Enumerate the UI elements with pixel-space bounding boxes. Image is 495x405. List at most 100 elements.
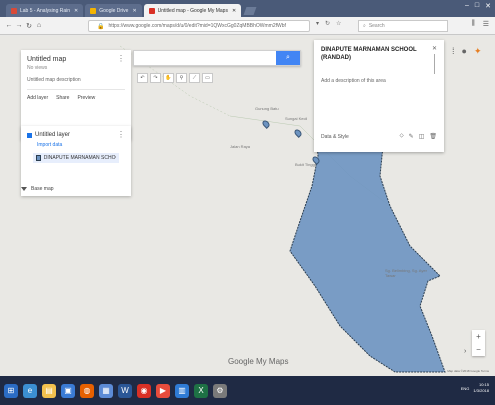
hand-icon[interactable]: ✋	[163, 73, 174, 83]
excel-icon[interactable]: X	[194, 383, 208, 398]
media-icon[interactable]: ▶	[156, 383, 170, 398]
toolbar-right: ⫼ ☰	[471, 20, 489, 28]
camera-icon[interactable]: ◫	[419, 133, 425, 140]
apps-icon[interactable]: ⁞	[452, 46, 455, 57]
home-icon[interactable]: ⌂	[34, 22, 44, 29]
screen: Lab 5 - Analysing Rain ✕ Google Drive ✕ …	[0, 0, 495, 405]
tab-bar: Lab 5 - Analysing Rain ✕ Google Drive ✕ …	[0, 0, 495, 17]
back-icon[interactable]: ←	[4, 22, 14, 29]
feature-label: DINAPUTE MARNAMAN SCHOOL (RANDAD)	[43, 155, 116, 161]
explorer-icon[interactable]: ▤	[42, 383, 56, 398]
library-icon[interactable]: ⫼	[471, 20, 474, 28]
tab-label: Google Drive	[99, 7, 129, 14]
pan-icon[interactable]: ›	[464, 348, 466, 355]
avatar[interactable]: ✦	[474, 46, 482, 57]
paint-bucket-icon[interactable]: ⬦	[399, 133, 403, 140]
map-search-input[interactable]	[134, 56, 274, 70]
settings-icon[interactable]: ⚙	[213, 383, 227, 398]
google-my-maps-logo: Google My Maps	[228, 357, 288, 366]
logo-text: Google My Maps	[228, 357, 289, 366]
marker-icon[interactable]: ⚲	[176, 73, 187, 83]
menu-icon[interactable]: ☰	[483, 20, 489, 28]
map-search-box[interactable]: ⌕	[133, 50, 301, 70]
feature-title[interactable]: DINAPUTE MARNAMAN SCHOOL (RANDAD)	[321, 46, 421, 62]
terrain-label: Gunung Batu	[255, 106, 279, 111]
search-icon: ⌕	[363, 23, 366, 29]
search-placeholder: Search	[368, 23, 385, 29]
browser-search-box[interactable]: ⌕ Search	[358, 20, 448, 32]
redo-icon[interactable]: ↷	[150, 73, 161, 83]
share-button[interactable]: Share	[56, 95, 69, 101]
star-icon[interactable]: ☆	[336, 20, 341, 27]
ruler-icon[interactable]: ▭	[202, 73, 213, 83]
more-options-icon[interactable]: ⋮	[117, 55, 125, 63]
chrome-icon[interactable]: ◉	[137, 383, 151, 398]
map-copyright[interactable]: Map data ©2018 Google Terms	[447, 369, 489, 373]
system-tray: ENG 10:15 1/3/2018	[461, 382, 489, 394]
scrollbar[interactable]	[434, 54, 435, 74]
layer-feature-item[interactable]: DINAPUTE MARNAMAN SCHOOL (RANDAD)	[33, 153, 119, 163]
date: 1/3/2018	[473, 388, 489, 393]
store-icon[interactable]: ▣	[61, 383, 75, 398]
refresh-icon[interactable]: ↻	[325, 20, 330, 27]
close-window-icon[interactable]: ✕	[485, 2, 491, 10]
map-title[interactable]: Untitled map	[27, 56, 125, 63]
minimize-icon[interactable]: –	[465, 2, 469, 10]
maximize-icon[interactable]: □	[475, 2, 479, 10]
layer-checkbox[interactable]	[27, 132, 32, 138]
search-icon: ⌕	[286, 54, 290, 61]
close-icon[interactable]: ✕	[432, 45, 437, 52]
basemap-toggle[interactable]: Base map	[21, 186, 54, 192]
layer-options-icon[interactable]: ⋮	[117, 131, 125, 139]
address-actions: ▾ ↻ ☆	[316, 20, 341, 27]
edit-icon[interactable]: ✎	[409, 133, 414, 140]
browser-tab-1[interactable]: Google Drive ✕	[85, 4, 142, 17]
language-indicator[interactable]: ENG	[461, 386, 470, 391]
layer-header[interactable]: Untitled layer	[27, 132, 125, 138]
map-toolbar: ↶ ↷ ✋ ⚲ ⟋ ▭	[137, 73, 213, 83]
zoom-in-icon[interactable]: +	[476, 332, 481, 341]
zoom-control: + −	[472, 330, 485, 356]
trash-icon[interactable]: 🗑	[429, 133, 437, 140]
feature-info-card: DINAPUTE MARNAMAN SCHOOL (RANDAD) ✕ Add …	[314, 40, 444, 152]
import-link[interactable]: Import data	[37, 142, 125, 148]
close-icon[interactable]: ✕	[132, 8, 136, 14]
preview-button[interactable]: Preview	[77, 95, 95, 101]
windows-icon[interactable]: ⊞	[4, 383, 18, 398]
clock[interactable]: 10:15 1/3/2018	[473, 382, 489, 394]
close-icon[interactable]: ✕	[74, 8, 78, 14]
files-icon[interactable]: ▥	[175, 383, 189, 398]
forward-icon[interactable]: →	[14, 22, 24, 29]
undo-icon[interactable]: ↶	[137, 73, 148, 83]
terrain-label: Sg. Belimbing, Sg. Ayer Tawar	[385, 268, 427, 278]
dropdown-icon[interactable]: ▾	[316, 20, 319, 27]
taskbar: ⊞ e ▤ ▣ ◍ ▦ W ◉ ▶ ▥ X ⚙ ENG 10:15 1/3/20…	[0, 376, 495, 405]
map-canvas[interactable]: Gunung Batu Sungai Kecil Bukit Tinggi Ja…	[0, 36, 495, 376]
reload-icon[interactable]: ↻	[24, 22, 34, 30]
ie-icon[interactable]: e	[23, 383, 37, 398]
expand-icon	[21, 187, 27, 191]
photos-icon[interactable]: ▦	[99, 383, 113, 398]
close-icon[interactable]: ✕	[232, 8, 236, 14]
favicon	[90, 7, 97, 14]
firefox-icon[interactable]: ◍	[80, 383, 94, 398]
map-description[interactable]: Untitled map description	[27, 77, 125, 83]
zoom-out-icon[interactable]: −	[476, 345, 481, 354]
lock-icon: 🔒	[97, 23, 105, 30]
card-footer: Data & Style ⬦ ✎ ◫ 🗑	[321, 133, 437, 140]
notifications-icon[interactable]: ●	[462, 46, 467, 57]
browser-tab-2[interactable]: Untitled map - Google My Maps ✕	[143, 4, 242, 17]
new-tab-button[interactable]	[243, 7, 257, 15]
polygon-swatch-icon	[36, 155, 41, 161]
browser-tab-0[interactable]: Lab 5 - Analysing Rain ✕	[6, 4, 84, 17]
data-style-link[interactable]: Data & Style	[321, 134, 349, 140]
address-bar[interactable]: 🔒 https://www.google.com/maps/d/u/0/edit…	[88, 20, 310, 32]
terrain-label: Bukit Tinggi	[295, 162, 316, 167]
layer-title[interactable]: Untitled layer	[35, 132, 70, 138]
add-layer-button[interactable]: Add layer	[27, 95, 48, 101]
feature-description[interactable]: Add a description of this area	[321, 78, 437, 84]
line-icon[interactable]: ⟋	[189, 73, 200, 83]
tab-label: Untitled map - Google My Maps	[157, 7, 228, 14]
word-icon[interactable]: W	[118, 383, 132, 398]
map-search-button[interactable]: ⌕	[276, 51, 300, 65]
